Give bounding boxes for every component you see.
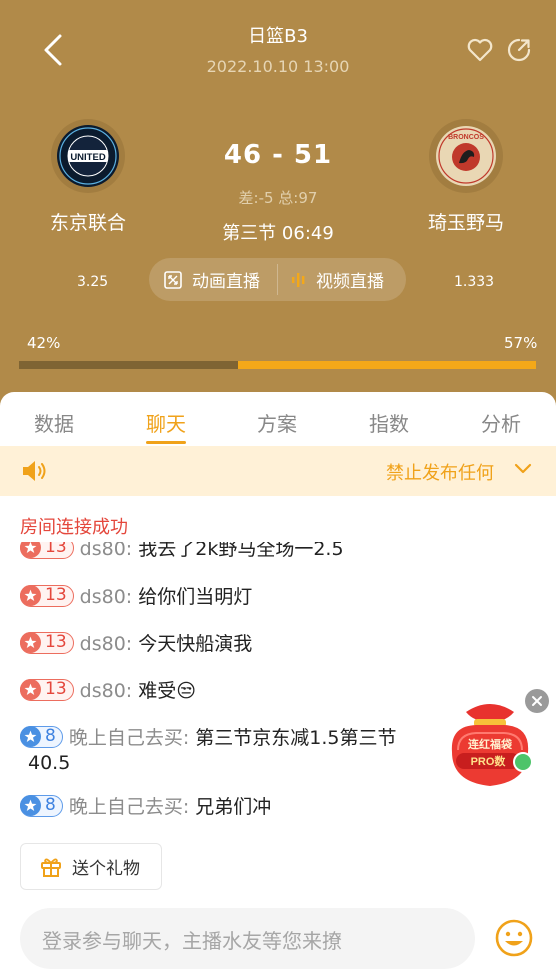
game-period-clock: 第三节 06:49 bbox=[222, 223, 334, 244]
animation-live-label: 动画直播 bbox=[192, 272, 260, 292]
home-support-percent: 42% bbox=[27, 334, 61, 352]
tab-bar: 数据 聊天 方案 指数 分析 bbox=[0, 392, 556, 446]
chat-text: 兄弟们冲 bbox=[195, 796, 272, 818]
chat-text: 我去了2k野马全场一2.5 bbox=[138, 542, 344, 560]
send-gift-label: 送个礼物 bbox=[72, 859, 140, 879]
away-support-bar bbox=[238, 361, 536, 369]
system-message: 房间连接成功 bbox=[20, 517, 128, 538]
notice-text: 禁止发布任何 bbox=[386, 463, 494, 484]
tab-plans[interactable]: 方案 bbox=[237, 408, 317, 437]
tab-chat[interactable]: 聊天 bbox=[126, 408, 206, 437]
chat-message: 8 晚上自己去买: 第三节京东减1.5第三节 bbox=[20, 725, 397, 752]
star-icon bbox=[20, 585, 41, 606]
chat-username[interactable]: 晚上自己去买: bbox=[69, 796, 189, 818]
promo-line1: 连红福袋 bbox=[468, 737, 513, 751]
chat-message: 13 ds80: 我去了2k野马全场一2.5 bbox=[20, 542, 344, 563]
close-promo-button[interactable] bbox=[525, 689, 549, 713]
live-divider bbox=[277, 264, 278, 295]
support-bar bbox=[19, 361, 536, 369]
chat-message-continued: 40.5 bbox=[28, 750, 70, 777]
match-score: 46 - 51 bbox=[223, 140, 333, 170]
animation-live-button[interactable]: 动画直播 bbox=[163, 258, 260, 301]
chat-text: 给你们当明灯 bbox=[138, 586, 253, 608]
chat-username[interactable]: 晚上自己去买: bbox=[69, 727, 189, 749]
tab-data[interactable]: 数据 bbox=[14, 408, 94, 437]
favorite-heart-icon[interactable] bbox=[466, 36, 494, 64]
chat-username[interactable]: ds80: bbox=[80, 586, 133, 608]
star-icon bbox=[20, 542, 41, 558]
home-odds: 3.25 bbox=[77, 274, 109, 290]
tab-index[interactable]: 指数 bbox=[349, 408, 429, 437]
video-live-label: 视频直播 bbox=[316, 272, 384, 292]
star-icon bbox=[20, 726, 41, 747]
chat-message: 13 ds80: 给你们当明灯 bbox=[20, 584, 252, 611]
user-level-badge: 13 bbox=[20, 542, 74, 559]
chat-message: 13 ds80: 今天快船演我 bbox=[20, 631, 252, 658]
star-icon bbox=[20, 679, 41, 700]
close-icon bbox=[532, 696, 542, 706]
gift-icon bbox=[41, 858, 61, 877]
notice-bar[interactable]: 禁止发布任何 bbox=[0, 446, 556, 496]
star-icon bbox=[20, 795, 41, 816]
share-icon[interactable] bbox=[505, 36, 533, 64]
away-support-percent: 57% bbox=[504, 334, 538, 352]
chat-text: 难受😒 bbox=[138, 680, 197, 702]
chat-message: 8 晚上自己去买: 兄弟们冲 bbox=[20, 794, 271, 821]
chat-message: 13 ds80: 难受😒 bbox=[20, 678, 196, 705]
tab-analysis[interactable]: 分析 bbox=[461, 408, 541, 437]
promo-line2: PRO数 bbox=[471, 754, 507, 768]
chat-text: 第三节京东减1.5第三节 bbox=[195, 727, 397, 749]
user-level-badge: 13 bbox=[20, 584, 74, 607]
emoji-icon[interactable] bbox=[494, 918, 534, 958]
chevron-down-icon[interactable] bbox=[514, 462, 532, 476]
user-level-badge: 13 bbox=[20, 678, 74, 701]
audio-wave-icon bbox=[292, 272, 305, 287]
star-icon bbox=[20, 632, 41, 653]
match-header: 日篮B3 2022.10.10 13:00 UNITED BRONCOS 东京联… bbox=[0, 0, 556, 420]
chat-input[interactable]: 登录参与聊天，主播水友等您来撩 bbox=[20, 908, 475, 969]
content-panel: 数据 聊天 方案 指数 分析 禁止发布任何 房间连接成功 13 ds80: 我去了… bbox=[0, 392, 556, 973]
chat-username[interactable]: ds80: bbox=[80, 542, 133, 560]
animation-icon bbox=[164, 270, 182, 289]
user-level-badge: 8 bbox=[20, 794, 63, 817]
send-gift-button[interactable]: 送个礼物 bbox=[20, 843, 162, 890]
chat-text: 今天快船演我 bbox=[138, 633, 253, 655]
user-level-badge: 13 bbox=[20, 631, 74, 654]
away-odds: 1.333 bbox=[454, 274, 495, 290]
chat-text-continued: 40.5 bbox=[28, 752, 71, 774]
chat-input-placeholder: 登录参与聊天，主播水友等您来撩 bbox=[42, 929, 342, 953]
home-support-bar bbox=[19, 361, 238, 369]
active-tab-indicator bbox=[146, 441, 186, 444]
live-switch: 动画直播 视频直播 bbox=[149, 258, 406, 301]
chat-username[interactable]: ds80: bbox=[80, 680, 133, 702]
user-level-badge: 8 bbox=[20, 725, 63, 748]
score-diff-total: 差:-5 总:97 bbox=[238, 189, 318, 207]
chat-username[interactable]: ds80: bbox=[80, 633, 133, 655]
video-live-button[interactable]: 视频直播 bbox=[291, 258, 384, 301]
speaker-icon bbox=[23, 461, 46, 481]
